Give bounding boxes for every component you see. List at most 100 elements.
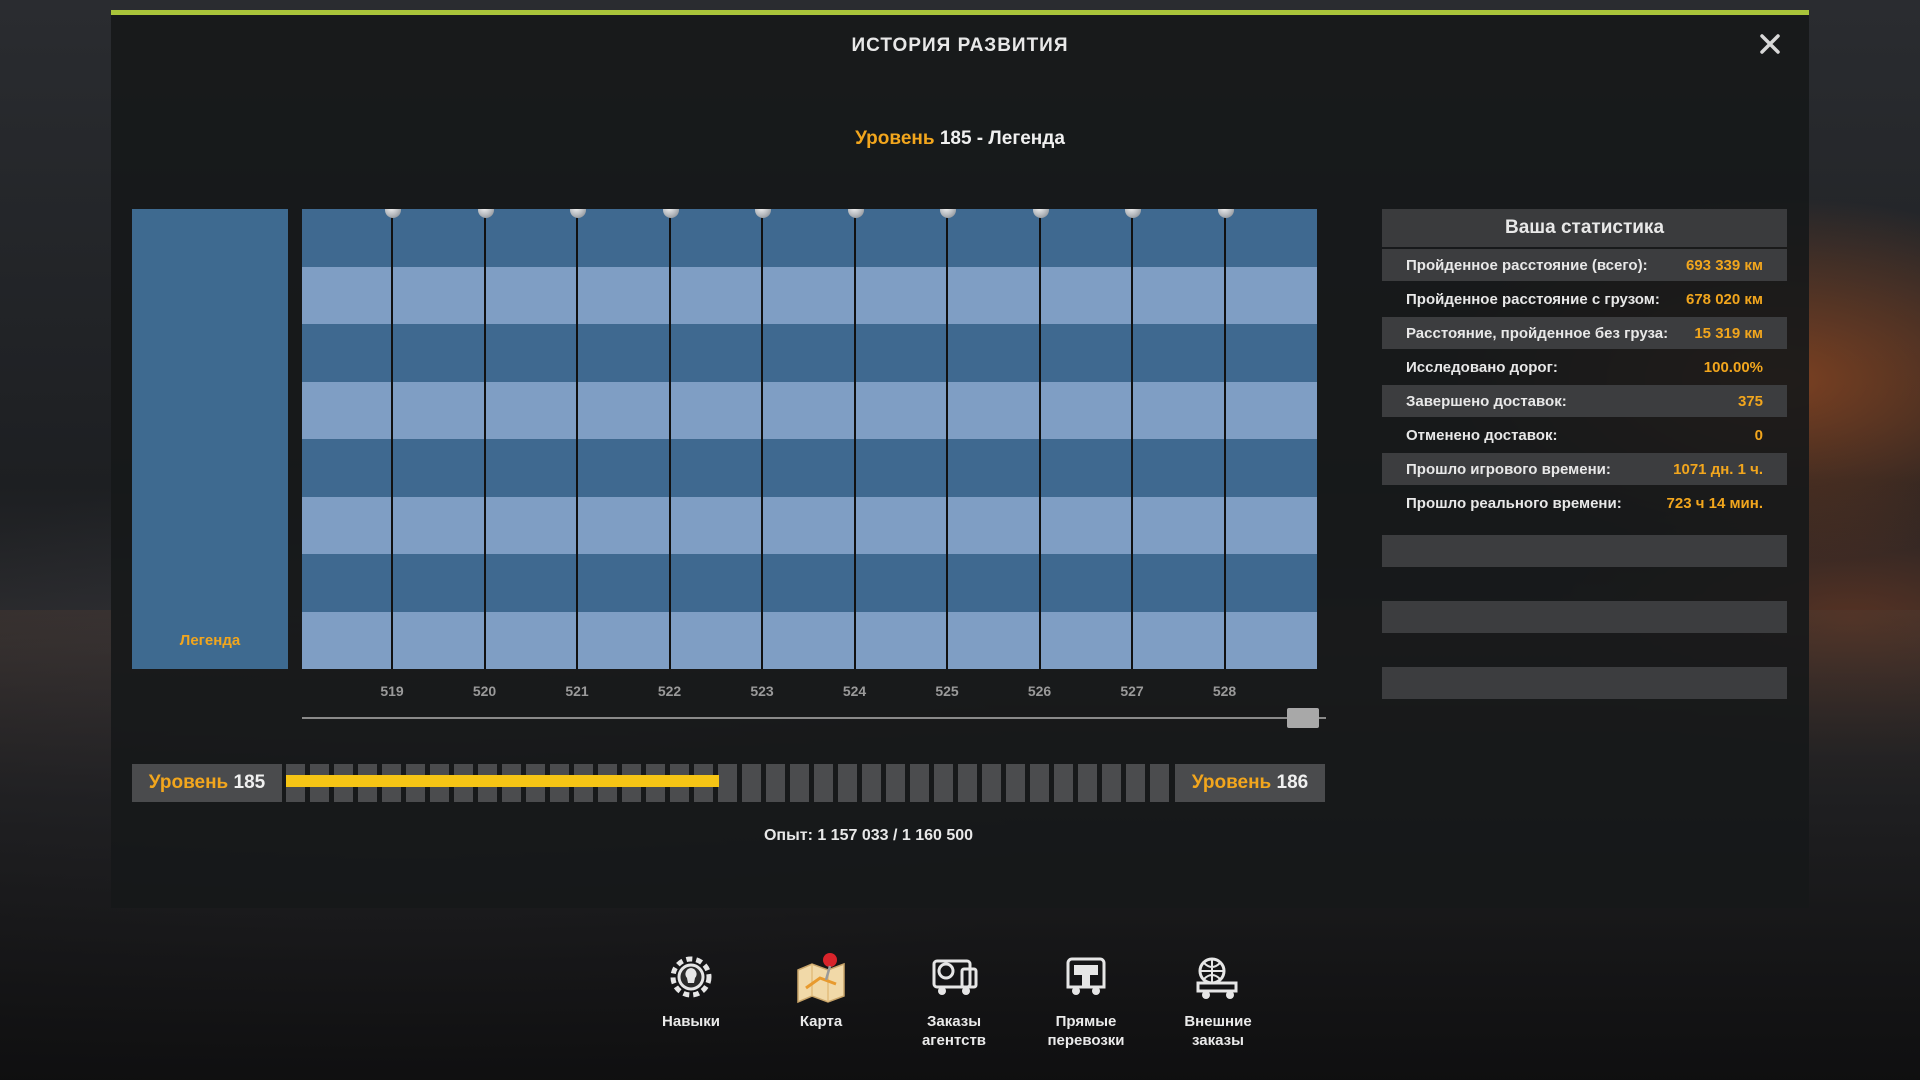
chart-band bbox=[302, 496, 1317, 554]
level-line bbox=[946, 209, 948, 669]
xp-segment bbox=[1126, 764, 1145, 802]
stat-row: Завершено доставок: 375 bbox=[1382, 385, 1787, 417]
level-line bbox=[668, 209, 671, 669]
level-heading-rank: - Легенда bbox=[971, 128, 1065, 149]
nav-item-label: Заказы агентств bbox=[921, 1013, 987, 1049]
stat-label: Расстояние, пройденное без груза: bbox=[1406, 324, 1669, 342]
level-tick-label: 524 bbox=[842, 683, 867, 699]
skills-gear-icon bbox=[662, 948, 720, 1006]
level-tick-label: 528 bbox=[1212, 683, 1237, 699]
chart-band bbox=[302, 324, 1317, 382]
history-scrollbar-track[interactable] bbox=[302, 717, 1326, 719]
level-tick-label: 525 bbox=[935, 683, 959, 699]
stat-label: Исследовано дорог: bbox=[1406, 358, 1558, 376]
current-level-value: 185 bbox=[233, 772, 266, 793]
xp-segment bbox=[1102, 764, 1121, 802]
xp-segment bbox=[910, 764, 929, 802]
close-icon bbox=[1760, 34, 1780, 54]
chart-band bbox=[302, 611, 1317, 669]
stat-value: 693 339 км bbox=[1686, 256, 1763, 274]
level-tick-label: 527 bbox=[1120, 683, 1144, 699]
stats-title: Ваша статистика bbox=[1382, 209, 1787, 247]
next-level-label: Уровень bbox=[1191, 772, 1272, 793]
chart-band bbox=[302, 554, 1317, 612]
stat-label: Прошло игрового времени: bbox=[1406, 460, 1611, 478]
level-line bbox=[483, 209, 486, 669]
xp-segment bbox=[838, 764, 857, 802]
level-heading: Уровень 185 - Легенда bbox=[111, 128, 1809, 150]
stat-label: Прошло реального времени: bbox=[1406, 494, 1622, 512]
level-tick-label: 522 bbox=[657, 683, 682, 699]
level-tick-label: 519 bbox=[380, 683, 404, 699]
stat-label: Пройденное расстояние с грузом: bbox=[1406, 290, 1660, 308]
xp-segment bbox=[814, 764, 833, 802]
stat-value: 0 bbox=[1754, 426, 1763, 444]
xp-segment bbox=[718, 764, 737, 802]
stat-label: Отменено доставок: bbox=[1406, 426, 1558, 444]
stats-rows: Пройденное расстояние (всего): 693 339 км… bbox=[1382, 249, 1787, 699]
xp-text: Опыт: 1 157 033 / 1 160 500 bbox=[763, 827, 974, 844]
stat-value: 15 319 км bbox=[1694, 324, 1763, 342]
chart-band bbox=[302, 266, 1317, 324]
xp-segment bbox=[1006, 764, 1025, 802]
level-tick-label: 520 bbox=[472, 683, 497, 699]
level-heading-prefix: Уровень bbox=[855, 128, 935, 149]
stat-row: Прошло игрового времени: 1071 дн. 1 ч. bbox=[1382, 453, 1787, 485]
history-scrollbar-thumb[interactable] bbox=[1287, 708, 1319, 728]
nav-item-label: Навыки bbox=[662, 1013, 720, 1030]
stat-empty-slot bbox=[1382, 535, 1787, 567]
level-tick-labels: 519 520 521 522 523 524 525 526 527 528 bbox=[302, 683, 1317, 703]
xp-segment bbox=[742, 764, 761, 802]
xp-segment bbox=[862, 764, 881, 802]
progress-history-panel: ИСТОРИЯ РАЗВИТИЯ Уровень 185 - Легенда Л… bbox=[111, 10, 1809, 908]
panel-title: ИСТОРИЯ РАЗВИТИЯ bbox=[851, 35, 1069, 56]
stat-row: Прошло реального времени: 723 ч 14 мин. bbox=[1382, 487, 1787, 519]
next-level-value: 186 bbox=[1276, 772, 1309, 793]
stat-value: 1071 дн. 1 ч. bbox=[1673, 460, 1763, 478]
xp-segment bbox=[766, 764, 785, 802]
stat-empty-slot bbox=[1382, 601, 1787, 633]
nav-item-label: Прямые перевозки bbox=[1047, 1013, 1125, 1049]
xp-segment bbox=[958, 764, 977, 802]
level-tick-label: 521 bbox=[565, 683, 589, 699]
stat-value: 375 bbox=[1737, 392, 1763, 410]
nav-item-agency-orders[interactable]: Заказы агентств bbox=[889, 948, 1019, 1050]
nav-item-skills-gear[interactable]: Навыки bbox=[626, 948, 756, 1031]
xp-progress-bar bbox=[286, 764, 1171, 802]
nav-item-direct-transport[interactable]: Прямые перевозки bbox=[1021, 948, 1151, 1050]
close-button[interactable] bbox=[1753, 27, 1787, 61]
stat-row: Пройденное расстояние (всего): 693 339 км bbox=[1382, 249, 1787, 281]
xp-segment bbox=[790, 764, 809, 802]
stats-panel: Ваша статистика Пройденное расстояние (в… bbox=[1382, 209, 1787, 699]
xp-segment bbox=[1150, 764, 1169, 802]
nav-item-label: Карта bbox=[799, 1013, 843, 1030]
xp-segment bbox=[982, 764, 1001, 802]
next-level-box: Уровень 186 bbox=[1175, 764, 1325, 802]
nav-item-map-pin[interactable]: Карта bbox=[756, 948, 886, 1031]
chart-band bbox=[302, 439, 1317, 497]
stat-row: Отменено доставок: 0 bbox=[1382, 419, 1787, 451]
chart-band bbox=[302, 209, 1317, 267]
legend-column[interactable]: Легенда bbox=[132, 209, 288, 669]
external-orders-icon bbox=[1189, 948, 1247, 1006]
level-tick-label: 526 bbox=[1027, 683, 1052, 699]
xp-segment bbox=[1054, 764, 1073, 802]
current-level-label: Уровень bbox=[148, 772, 229, 793]
level-heading-number: 185 bbox=[939, 128, 972, 149]
level-line bbox=[576, 209, 578, 669]
level-line bbox=[1131, 209, 1133, 669]
level-line bbox=[1038, 209, 1041, 669]
stat-empty-slot bbox=[1382, 667, 1787, 699]
level-history-chart bbox=[302, 209, 1317, 669]
stat-label: Завершено доставок: bbox=[1406, 392, 1567, 410]
level-line bbox=[391, 209, 393, 669]
xp-segment bbox=[1078, 764, 1097, 802]
stat-value: 100.00% bbox=[1703, 358, 1763, 376]
map-pin-icon bbox=[792, 948, 850, 1006]
stat-row: Пройденное расстояние с грузом: 678 020 к… bbox=[1382, 283, 1787, 315]
xp-segment bbox=[886, 764, 905, 802]
nav-item-external-orders[interactable]: Внешние заказы bbox=[1153, 948, 1283, 1050]
level-line bbox=[761, 209, 763, 669]
xp-segment bbox=[1030, 764, 1049, 802]
level-tick-label: 523 bbox=[750, 683, 774, 699]
